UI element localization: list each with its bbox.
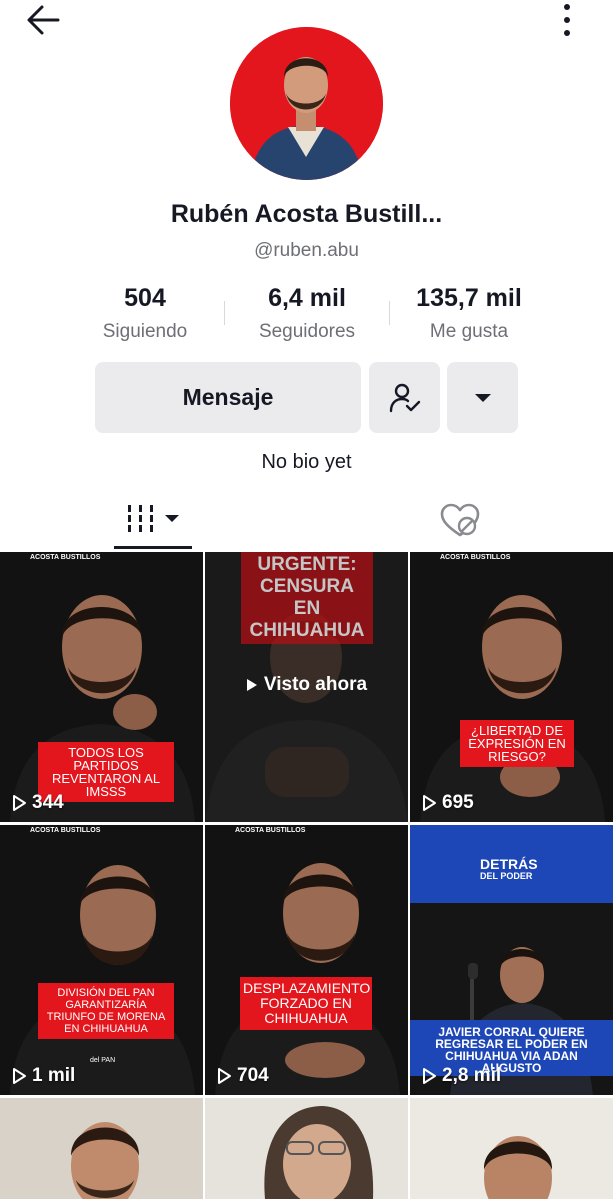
view-count-text: 344	[32, 792, 64, 813]
brand-watermark: ACOSTA BUSTILLOS	[235, 827, 306, 834]
brand-watermark: ACOSTA BUSTILLOS	[30, 827, 101, 834]
profile-avatar[interactable]	[230, 27, 383, 180]
play-icon	[246, 679, 257, 691]
play-outline-icon	[13, 1068, 26, 1084]
watched-now-text: Visto ahora	[263, 674, 368, 695]
view-count: 695	[420, 792, 474, 814]
stat-followers[interactable]: 6,4 mil Seguidores	[246, 284, 368, 343]
likes-count: 135,7 mil	[416, 284, 522, 312]
more-options-button[interactable]	[552, 2, 582, 38]
profile-bio: No bio yet	[261, 451, 352, 473]
suggested-accounts-dropdown[interactable]	[447, 362, 518, 433]
play-outline-icon	[423, 1068, 436, 1084]
message-button[interactable]: Mensaje	[95, 362, 361, 433]
view-count: 2,8 mil	[420, 1065, 501, 1087]
video-thumbnail-image	[0, 825, 203, 1095]
play-outline-icon	[13, 795, 26, 811]
stat-divider	[224, 301, 225, 325]
view-count-text: 695	[442, 792, 474, 813]
following-count: 504	[124, 284, 166, 312]
brand-watermark: ACOSTA BUSTILLOS	[440, 554, 511, 561]
video-thumbnail[interactable]: DETRÁS DEL PODER JAVIER CORRAL QUIERE RE…	[410, 825, 613, 1095]
play-outline-icon	[423, 795, 436, 811]
video-title-overlay: URGENTE: CENSURA EN CHIHUAHUA	[241, 552, 373, 644]
video-thumbnail-image	[0, 1098, 203, 1199]
profile-handle: @ruben.abu	[254, 240, 359, 261]
video-thumbnail[interactable]: ACOSTA BUSTILLOS DIVISIÓN DEL PAN GARANT…	[0, 825, 203, 1095]
view-count: 704	[215, 1065, 269, 1087]
video-thumbnail[interactable]	[0, 1098, 203, 1199]
video-thumbnail[interactable]: ACOSTA BUSTILLOS ¿LIBERTAD DE EXPRESIÓN …	[410, 552, 613, 822]
back-button[interactable]	[24, 2, 64, 38]
video-tag: del PAN	[90, 1057, 116, 1064]
active-tab-indicator	[114, 546, 192, 549]
logo-line2: DEL PODER	[480, 871, 533, 881]
profile-tabs	[0, 497, 613, 552]
view-count-text: 704	[237, 1065, 269, 1086]
likes-label: Me gusta	[429, 321, 509, 342]
stat-following[interactable]: 504 Siguiendo	[90, 284, 200, 343]
brand-watermark: ACOSTA BUSTILLOS	[30, 554, 101, 561]
play-outline-icon	[218, 1068, 231, 1084]
video-thumbnail-image	[410, 552, 613, 822]
profile-stats: 504 Siguiendo 6,4 mil Seguidores 135,7 m…	[0, 284, 613, 354]
heart-hidden-icon	[440, 503, 480, 537]
more-vertical-icon	[564, 4, 570, 36]
detras-del-poder-logo: DETRÁS DEL PODER	[480, 857, 538, 882]
video-thumbnail[interactable]: URGENTE: CENSURA EN CHIHUAHUA Visto ahor…	[205, 552, 408, 822]
video-thumbnail-image	[410, 1098, 613, 1199]
videos-grid-icon	[128, 505, 179, 532]
view-count-text: 1 mil	[32, 1065, 76, 1086]
followers-label: Seguidores	[258, 321, 356, 342]
following-label: Siguiendo	[102, 321, 188, 342]
video-thumbnail[interactable]: ACOSTA BUSTILLOS TODOS LOS PARTIDOS REVE…	[0, 552, 203, 822]
video-caption: DIVISIÓN DEL PAN GARANTIZARÍA TRIUNFO DE…	[38, 983, 174, 1039]
video-thumbnail[interactable]	[205, 1098, 408, 1199]
video-thumbnail[interactable]: ACOSTA BUSTILLOS DESPLAZAMIENTO FORZADO …	[205, 825, 408, 1095]
video-thumbnail[interactable]	[410, 1098, 613, 1199]
tab-liked[interactable]	[438, 501, 482, 541]
following-status-button[interactable]	[369, 362, 440, 433]
tab-videos[interactable]	[114, 497, 192, 552]
video-caption: ¿LIBERTAD DE EXPRESIÓN EN RIESGO?	[460, 720, 574, 767]
arrow-left-icon	[27, 5, 60, 35]
profile-name: Rubén Acosta Bustill...	[170, 200, 443, 228]
video-caption: DESPLAZAMIENTO FORZADO EN CHIHUAHUA	[240, 977, 372, 1030]
stat-divider	[389, 301, 390, 325]
avatar-photo	[230, 27, 383, 180]
video-thumbnail-image	[205, 1098, 408, 1199]
video-thumbnail-image	[205, 825, 408, 1095]
view-count-text: 2,8 mil	[442, 1065, 502, 1086]
user-check-icon	[389, 383, 420, 412]
view-count: 1 mil	[10, 1065, 75, 1087]
view-count: 344	[10, 792, 64, 814]
videos-grid: ACOSTA BUSTILLOS TODOS LOS PARTIDOS REVE…	[0, 552, 613, 1199]
caret-down-icon	[474, 393, 491, 402]
watched-now-label: Visto ahora	[205, 674, 408, 696]
stat-likes[interactable]: 135,7 mil Me gusta	[405, 284, 533, 343]
followers-count: 6,4 mil	[268, 284, 346, 312]
